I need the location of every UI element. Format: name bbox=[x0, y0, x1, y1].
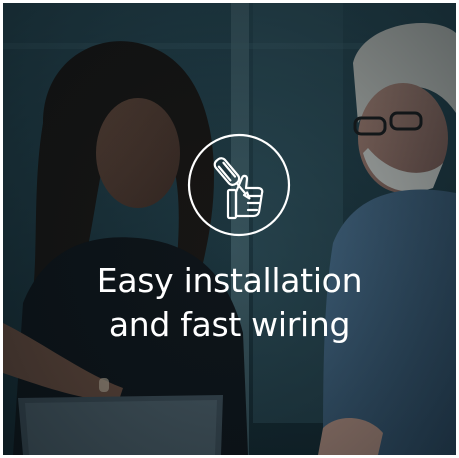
hero-card: Easy installation and fast wiring bbox=[3, 3, 456, 455]
headline-line-1: Easy installation bbox=[96, 261, 363, 300]
screwdriver-thumbs-up-icon bbox=[186, 132, 292, 238]
headline-line-2: and fast wiring bbox=[108, 305, 351, 344]
headline: Easy installation and fast wiring bbox=[3, 259, 456, 347]
